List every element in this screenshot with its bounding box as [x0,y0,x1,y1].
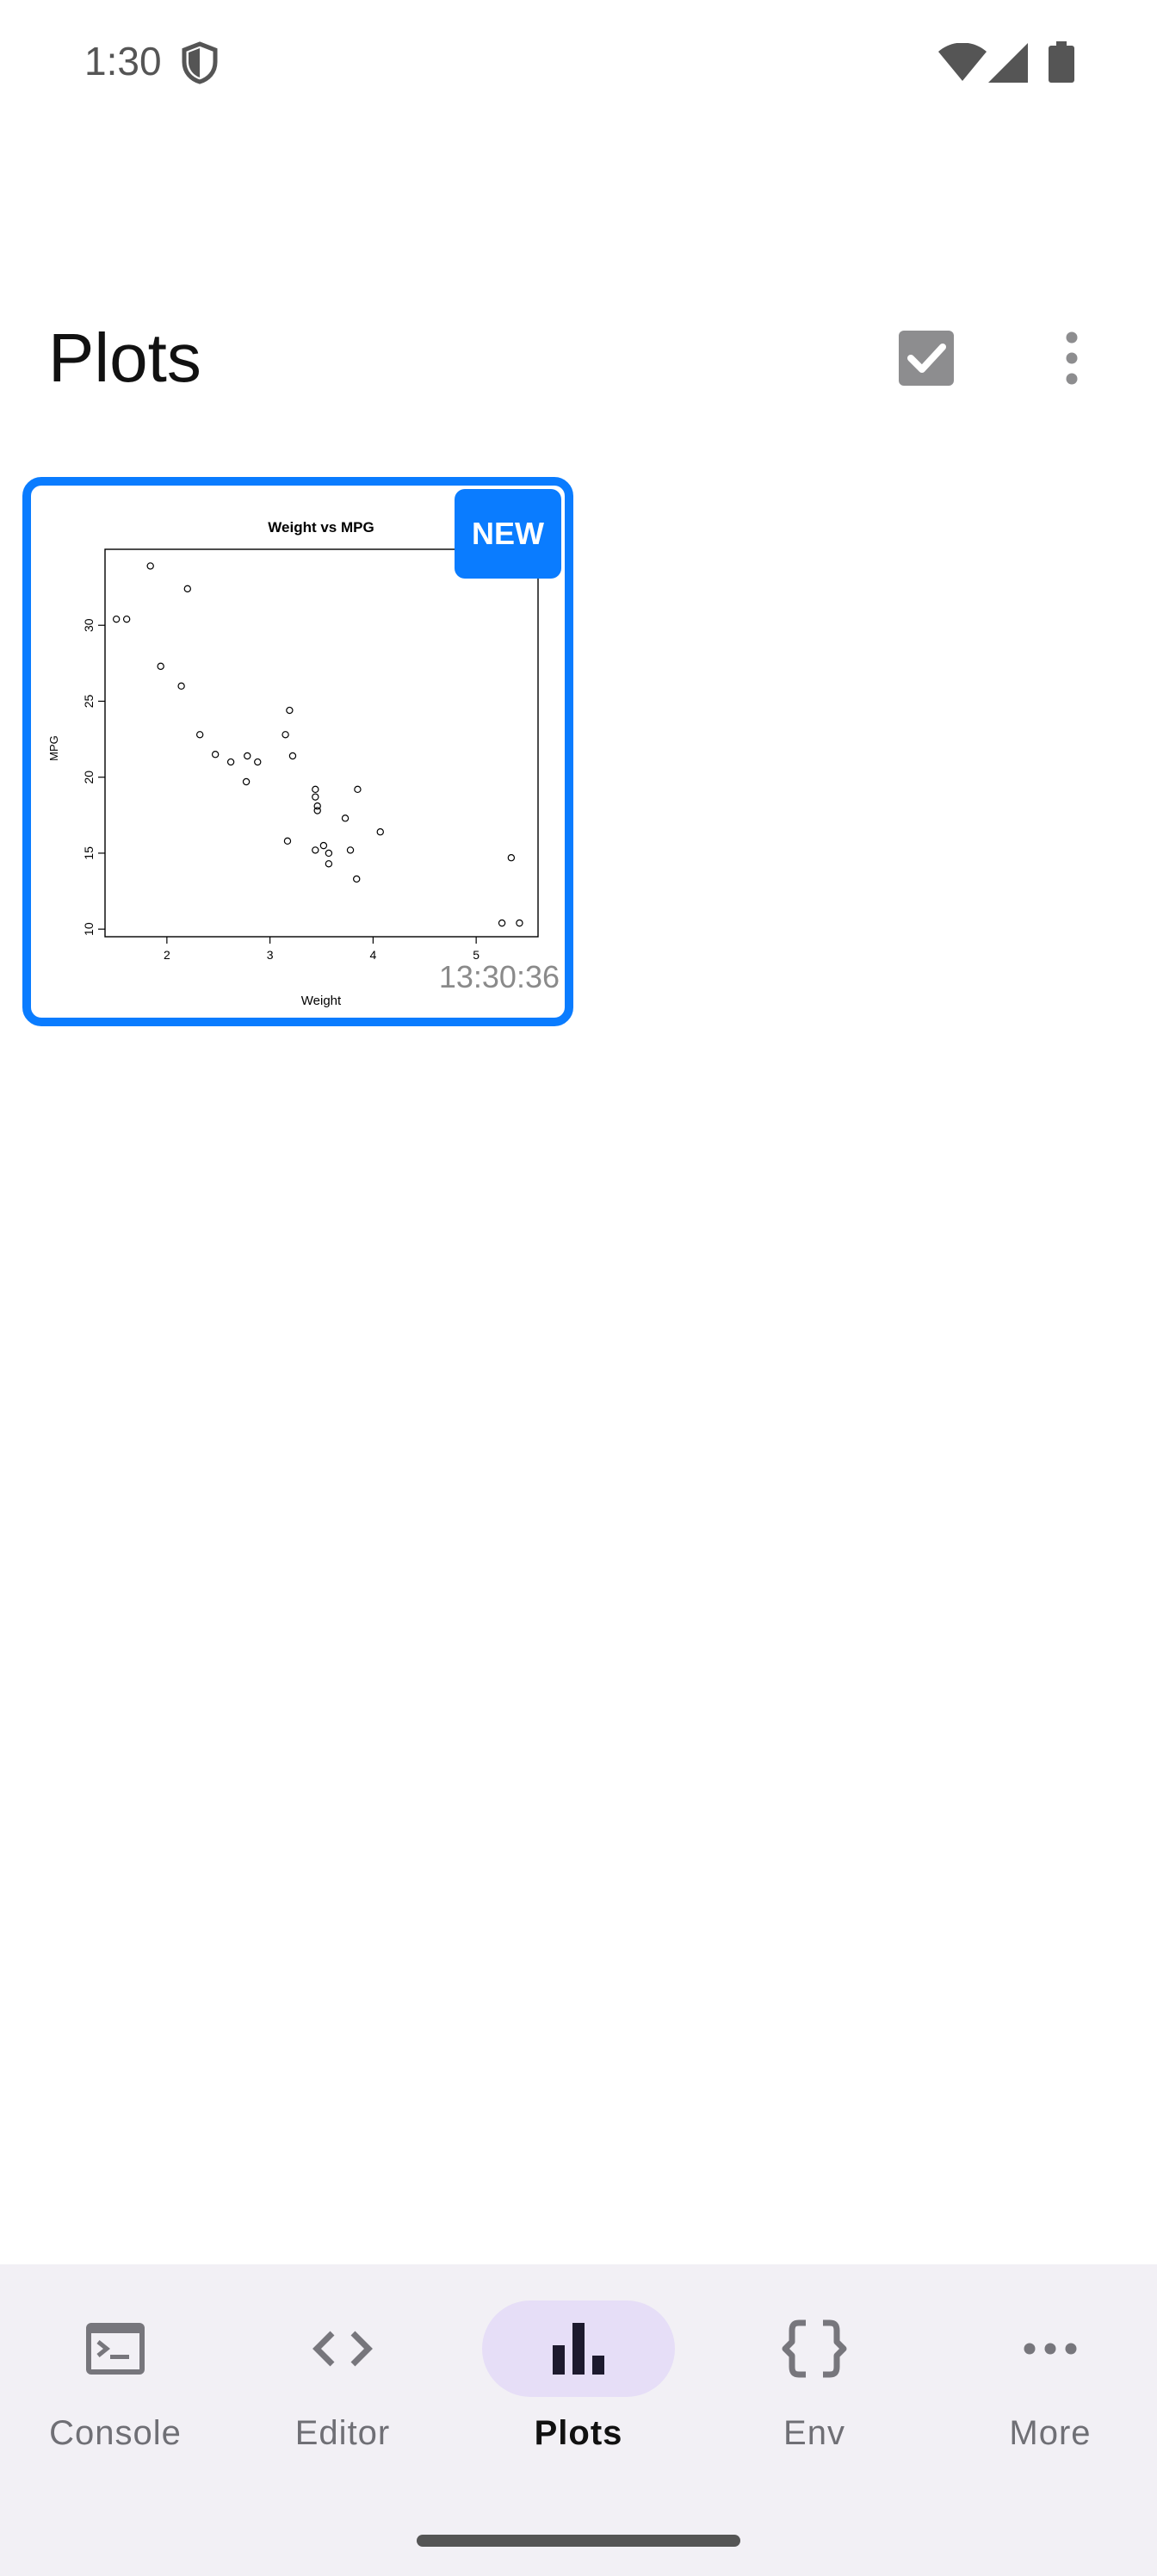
battery-icon [1049,41,1074,87]
nav-plots[interactable]: Plots [463,2264,694,2471]
app-bar: Plots [0,293,1157,422]
data-point [288,752,297,760]
x-tick-label: 4 [369,948,376,962]
plot-card[interactable]: Weight vs MPG Weight MPG 2 3 4 5 10 15 20 25 30 … [22,477,573,1026]
data-point [286,706,294,715]
data-point [312,793,319,801]
nav-console[interactable]: Console [0,2264,231,2471]
data-point [325,860,333,868]
y-tick-label: 20 [82,771,96,784]
data-point [312,785,319,794]
new-badge: NEW [455,489,561,579]
data-point [346,846,355,854]
data-point [516,919,523,927]
y-tick-label: 10 [82,922,96,936]
bottom-navigation: Console Editor Plots Env More [0,2264,1157,2576]
data-point [146,562,154,570]
data-point [122,615,131,623]
data-point [325,849,333,858]
nav-label-editor: Editor [294,2414,391,2452]
data-point [319,841,328,850]
home-indicator [417,2535,740,2547]
more-options-button[interactable] [1050,327,1093,389]
data-point [282,731,289,739]
nav-more[interactable]: More [935,2264,1157,2471]
signal-icon [988,43,1028,87]
x-tick-label: 3 [267,948,274,962]
plot-frame [104,548,539,938]
y-axis-label: MPG [47,735,60,761]
bar-chart-icon [553,2323,604,2375]
chart-title: Weight vs MPG [268,519,374,536]
terminal-icon [86,2323,145,2375]
data-point [183,585,192,593]
data-point [376,828,384,836]
nav-label-plots: Plots [534,2414,623,2452]
x-tick-label: 2 [164,948,170,962]
data-point [244,752,251,760]
data-point [112,615,121,623]
wifi-icon [938,42,987,85]
data-point [354,785,362,794]
data-point [195,731,204,739]
code-icon [312,2331,373,2367]
nav-label-console: Console [49,2414,182,2452]
shield-icon [181,41,219,89]
data-point [498,919,506,927]
status-bar: 1:30 [0,0,1157,129]
more-horiz-icon [1024,2343,1077,2355]
data-point [313,802,321,810]
more-vert-icon [1066,331,1078,385]
y-tick-label: 25 [82,694,96,708]
data-point [254,758,262,766]
braces-icon [782,2319,847,2378]
data-point [177,682,185,690]
select-all-icon [899,331,954,386]
data-point [242,777,251,786]
x-axis-label: Weight [301,994,342,1008]
status-time: 1:30 [84,39,162,84]
page-title: Plots [48,319,201,396]
data-point [157,662,164,671]
y-tick-label: 15 [82,846,96,860]
nav-editor[interactable]: Editor [227,2264,458,2471]
nav-env[interactable]: Env [699,2264,930,2471]
nav-label-more: More [1009,2414,1092,2452]
data-point [211,751,220,759]
data-point [312,846,319,854]
select-all-button[interactable] [895,327,957,389]
data-point [283,837,292,845]
y-tick-label: 30 [82,618,96,632]
nav-label-env: Env [783,2414,845,2452]
data-point [353,875,361,883]
data-point [507,854,516,862]
plot-timestamp: 13:30:36 [436,959,561,995]
data-point [226,758,235,766]
data-point [341,814,350,822]
